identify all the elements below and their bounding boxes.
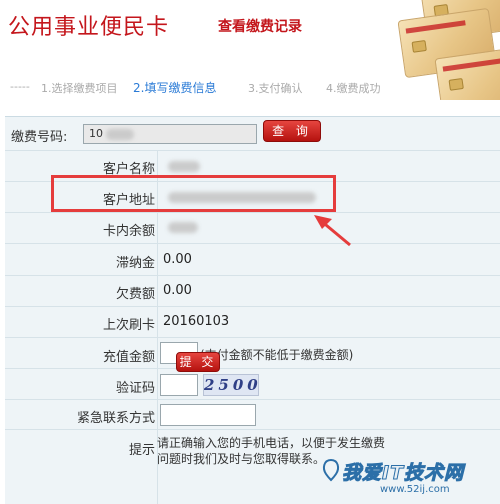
page-title: 公用事业便民卡 <box>8 15 170 40</box>
emergency-contact-input[interactable] <box>160 404 256 426</box>
watermark-url: www.52ij.com <box>380 484 450 495</box>
recharge-amount-label: 充值金额 <box>102 350 155 365</box>
arrears-label: 欠费额 <box>115 287 155 302</box>
captcha-label: 验证码 <box>115 381 155 396</box>
steps-prefix: ----- <box>10 80 30 93</box>
account-label: 缴费号码: <box>11 130 68 145</box>
account-row: 缴费号码: 10 查 询 <box>5 117 500 151</box>
step-2-active: 2.填写缴费信息 <box>133 81 217 95</box>
address-highlight-box <box>51 175 336 212</box>
emergency-contact-label: 紧急联系方式 <box>76 411 155 426</box>
recharge-note: (支付金额不能低于缴费金额) <box>200 348 354 362</box>
site-watermark: 我爱IT技术网 www.52ij.com <box>320 454 498 500</box>
captcha-row: 验证码 2500 <box>5 369 500 400</box>
last-swipe-value: 20160103 <box>163 314 230 329</box>
arrears-value: 0.00 <box>163 283 192 298</box>
tip-label: 提示 <box>128 443 155 458</box>
submit-button[interactable]: 提 交 <box>176 352 220 372</box>
tip-text-line-2: 问题时我们及时与您取得联系。 <box>157 452 326 466</box>
late-fee-value: 0.00 <box>163 252 192 267</box>
card-balance-redacted <box>168 222 198 233</box>
watermark-logo-icon <box>322 458 340 482</box>
card-balance-row: 卡内余额 <box>5 213 500 244</box>
cards-illustration <box>383 0 500 100</box>
annotation-arrow-icon <box>314 215 351 247</box>
step-1: 1.选择缴费项目 <box>41 82 118 95</box>
captcha-input[interactable] <box>160 374 198 396</box>
late-fee-row: 滞纳金 0.00 <box>5 244 500 276</box>
recharge-row: 充值金额 (支付金额不能低于缴费金额) <box>5 338 500 369</box>
captcha-image[interactable]: 2500 <box>203 374 259 396</box>
last-swipe-label: 上次刷卡 <box>102 318 155 333</box>
redacted-digits <box>106 129 134 140</box>
account-number-input[interactable]: 10 <box>83 124 257 144</box>
view-payment-records-link[interactable]: 查看缴费记录 <box>218 16 302 36</box>
step-3: 3.支付确认 <box>248 82 303 95</box>
watermark-text: 我爱IT技术网 <box>341 462 465 485</box>
account-number-value: 10 <box>89 127 103 140</box>
query-button[interactable]: 查 询 <box>263 120 321 142</box>
step-4: 4.缴费成功 <box>326 82 381 95</box>
emergency-contact-row: 紧急联系方式 <box>5 400 500 430</box>
customer-name-redacted <box>168 161 200 172</box>
tip-text-line-1: 请正确输入您的手机电话，以便于发生缴费 <box>157 436 386 450</box>
last-swipe-row: 上次刷卡 20160103 <box>5 307 500 338</box>
arrears-row: 欠费额 0.00 <box>5 276 500 307</box>
card-balance-label: 卡内余额 <box>102 224 155 239</box>
late-fee-label: 滞纳金 <box>115 256 155 271</box>
